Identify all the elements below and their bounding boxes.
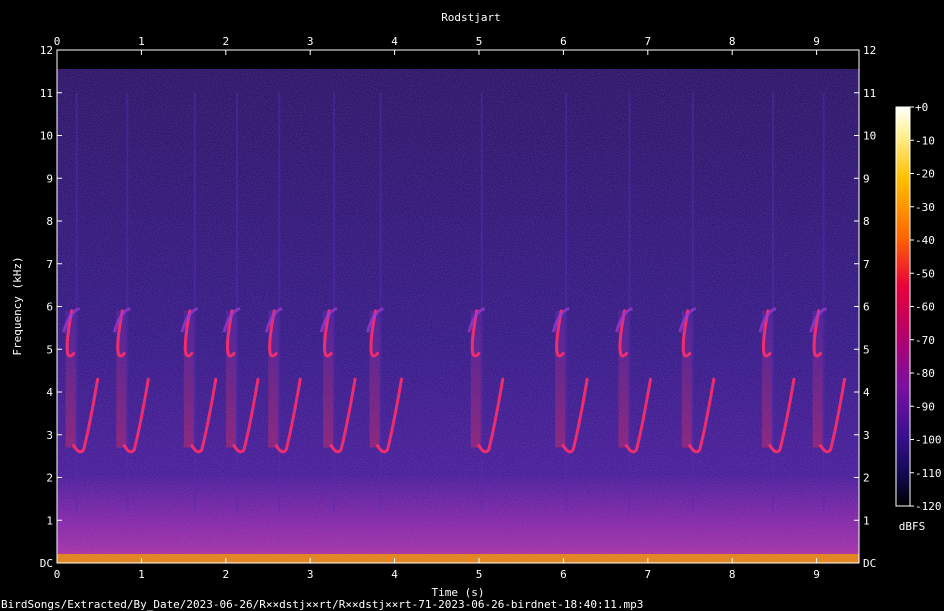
y-tick-label-left: 10 [40,130,53,143]
x-tick-label-bottom: 3 [307,568,314,581]
y-tick-label-left: 2 [46,472,53,485]
y-tick-label-left: 12 [40,44,53,57]
spectrogram-chart: 0123456789 0123456789 DC123456789101112 … [1,11,942,611]
x-tick-label-top: 6 [560,35,567,48]
x-tick-label-bottom: 0 [54,568,61,581]
x-axis-top: 0 1 2 3 4 5 6 7 8 9 [54,35,820,55]
y-tick-label-left: DC [40,557,53,570]
x-tick-label-bottom: 2 [222,568,229,581]
y-tick-label-left: 6 [46,301,53,314]
x-tick-label-bottom: 7 [644,568,651,581]
x-tick-label-bottom: 8 [729,568,736,581]
x-tick-label-top: 9 [813,35,820,48]
noise-texture [57,69,859,563]
x-tick-label-bottom: 1 [138,568,145,581]
y-tick-label-right: 9 [863,172,870,185]
colorbar-tick-label: -10 [915,134,935,147]
y-tick-label-right: 1 [863,514,870,527]
colorbar-label: dBFS [899,520,926,533]
colorbar-tick-label: -60 [915,301,935,314]
x-tick-label-top: 1 [138,35,145,48]
x-tick-label-top: 8 [729,35,736,48]
x-tick-label-top: 5 [476,35,483,48]
x-tick-label-bottom: 6 [560,568,567,581]
colorbar-tick-label: -100 [915,434,942,447]
y-tick-label-left: 5 [46,343,53,356]
y-tick-label-right: 8 [863,215,870,228]
colorbar-tick-label: -80 [915,367,935,380]
colorbar-tick-label: -50 [915,267,935,280]
colorbar [895,106,911,507]
y-tick-label-left: 9 [46,172,53,185]
y-tick-label-left: 8 [46,215,53,228]
x-tick-label-top: 7 [644,35,651,48]
y-tick-label-left: 11 [40,87,53,100]
y-tick-label-right: 6 [863,301,870,314]
y-tick-label-right: 7 [863,258,870,271]
y-tick-label-right: 12 [863,44,876,57]
dc-band [57,554,859,563]
y-tick-label-left: 4 [46,386,53,399]
y-axis-label: Frequency (kHz) [11,256,24,355]
colorbar-tick-label: -110 [915,467,942,480]
x-tick-label-bottom: 4 [391,568,398,581]
colorbar-tick-label: -40 [915,234,935,247]
chart-title: Rodstjart [441,11,501,24]
colorbar-tick-label: +0 [915,101,928,114]
colorbar-tick-label: -90 [915,400,935,413]
file-path: BirdSongs/Extracted/By_Date/2023-06-26/R… [1,598,643,611]
colorbar-tick-label: -30 [915,201,935,214]
x-tick-label-top: 3 [307,35,314,48]
y-tick-label-right: 4 [863,386,870,399]
y-tick-label-right: 11 [863,87,876,100]
colorbar-tick-label: -120 [915,500,942,513]
colorbar-tick-label: -70 [915,334,935,347]
y-tick-label-left: 3 [46,429,53,442]
y-tick-label-left: 7 [46,258,53,271]
x-tick-label-bottom: 9 [813,568,820,581]
x-tick-label-bottom: 5 [476,568,483,581]
colorbar-tick-label: -20 [915,168,935,181]
y-tick-label-right: 5 [863,343,870,356]
x-tick-label-top: 2 [222,35,229,48]
y-tick-label-right: DC [863,557,876,570]
y-tick-label-right: 3 [863,429,870,442]
colorbar-ticks: +0 -10 -20 -30 -40 -50 -60 -70 -80 -90 -100 -110 -12… [910,101,942,513]
y-tick-label-right: 10 [863,130,876,143]
y-tick-label-right: 2 [863,472,870,485]
x-tick-label-top: 0 [54,35,61,48]
y-tick-label-left: 1 [46,514,53,527]
x-tick-label-top: 4 [391,35,398,48]
